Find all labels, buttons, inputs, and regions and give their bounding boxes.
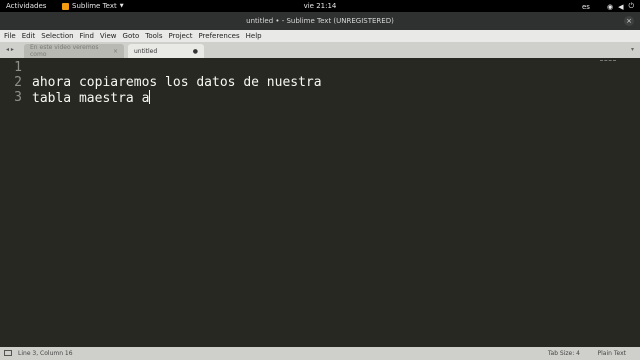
code-line-3[interactable]: tabla maestra a (32, 90, 151, 106)
window-titlebar: untitled • - Sublime Text (UNREGISTERED)… (0, 12, 640, 30)
minimap[interactable] (600, 60, 616, 62)
menu-view[interactable]: View (100, 32, 117, 40)
tab-nav-arrows[interactable]: ◂ ▸ (6, 46, 14, 53)
volume-icon[interactable]: ◀ (618, 3, 623, 11)
menu-file[interactable]: File (4, 32, 16, 40)
tab-bar: ◂ ▸ En este video veremos como × untitle… (0, 42, 640, 58)
close-window-button[interactable]: × (624, 16, 634, 26)
wifi-icon[interactable]: ◉ (607, 3, 613, 11)
status-bar: Line 3, Column 16 Tab Size: 4 Plain Text (0, 347, 640, 360)
line-number-gutter: 1 2 3 (0, 58, 26, 347)
tab-en-este-video[interactable]: En este video veremos como × (24, 44, 124, 58)
tab-label: untitled (134, 47, 158, 55)
tab-size-selector[interactable]: Tab Size: 4 (548, 350, 580, 357)
gnome-top-bar: Actividades Sublime Text ▼ vie 21:14 es … (0, 0, 640, 12)
line-number: 1 (14, 60, 22, 75)
menu-selection[interactable]: Selection (41, 32, 73, 40)
window-title: untitled • - Sublime Text (UNREGISTERED) (246, 17, 394, 25)
clock[interactable]: vie 21:14 (0, 2, 640, 10)
menu-project[interactable]: Project (169, 32, 193, 40)
editor-area[interactable]: 1 2 3 ahora copiaremos los datos de nues… (0, 58, 640, 347)
menu-goto[interactable]: Goto (123, 32, 140, 40)
system-tray[interactable]: es ◉ ◀ ⏻ (582, 2, 634, 11)
tab-list-dropdown[interactable]: ▾ (631, 46, 634, 53)
menu-bar: File Edit Selection Find View Goto Tools… (0, 30, 640, 42)
tab-untitled[interactable]: untitled ● (128, 44, 204, 58)
text-cursor (149, 90, 151, 104)
menu-help[interactable]: Help (246, 32, 262, 40)
language-indicator[interactable]: es (582, 3, 590, 11)
menu-find[interactable]: Find (80, 32, 94, 40)
code-line-3-text: tabla maestra a (32, 91, 150, 106)
code-line-2[interactable]: ahora copiaremos los datos de nuestra (32, 75, 322, 90)
syntax-selector[interactable]: Plain Text (598, 350, 626, 357)
menu-tools[interactable]: Tools (145, 32, 162, 40)
cursor-position: Line 3, Column 16 (18, 350, 73, 357)
line-number: 3 (14, 90, 22, 105)
close-icon[interactable]: × (113, 48, 118, 55)
panel-toggle-icon[interactable] (4, 350, 12, 356)
menu-edit[interactable]: Edit (22, 32, 36, 40)
line-number: 2 (14, 75, 22, 90)
tab-label: En este video veremos como (30, 44, 99, 58)
power-icon[interactable]: ⏻ (628, 2, 634, 11)
menu-preferences[interactable]: Preferences (198, 32, 239, 40)
unsaved-dot-icon[interactable]: ● (193, 48, 198, 55)
